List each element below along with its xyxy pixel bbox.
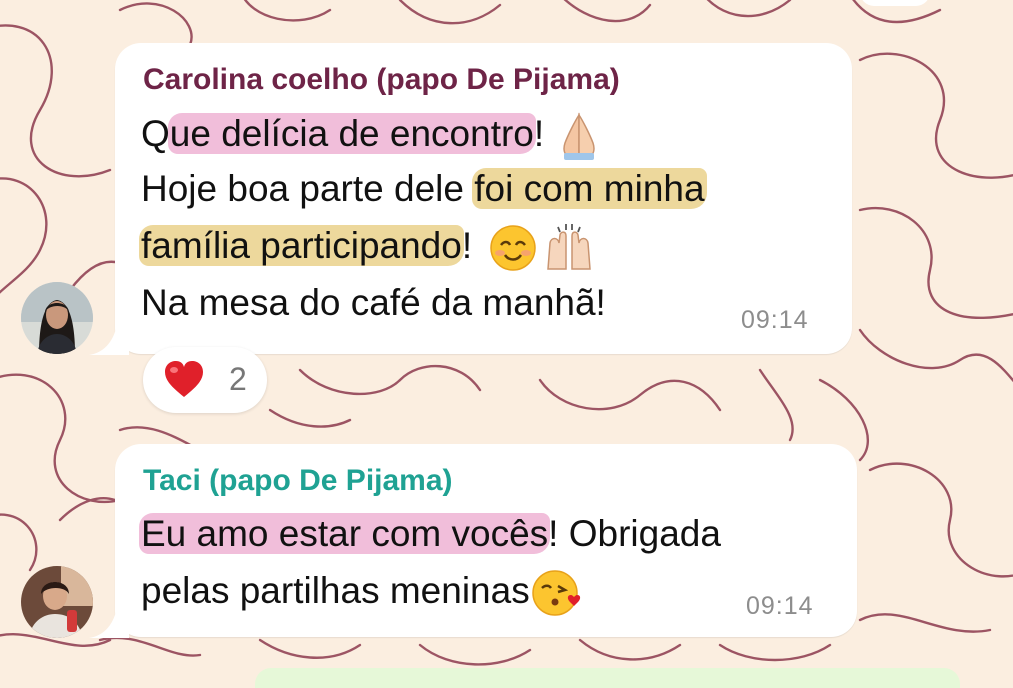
smiling-face-emoji <box>486 223 540 273</box>
bubble-tail <box>89 325 129 355</box>
red-heart-icon <box>165 361 203 397</box>
raising-hands-emoji <box>542 223 596 273</box>
sender-name[interactable]: Carolina coelho (papo De Pijama) <box>143 63 620 97</box>
message-line-1: Eu amo estar com vocês! Obrigada <box>139 512 721 556</box>
message-line-3: família participando! <box>139 223 596 273</box>
folded-hands-emoji <box>552 111 606 161</box>
face-blowing-kiss-emoji <box>530 568 584 618</box>
partial-outgoing-bubble-bottom <box>255 668 960 688</box>
text-highlight-pink: Eu amo estar com vocês <box>139 513 551 554</box>
text-highlight-pink: ue delícia de encontro <box>167 112 536 154</box>
message-line-2: Hoje boa parte dele foi com minha <box>141 167 707 211</box>
text-segment: ! Obrigada <box>548 513 721 554</box>
text-highlight-gold: família participando <box>139 224 464 266</box>
message-timestamp: 09:14 <box>746 592 814 620</box>
message-bubble-1[interactable]: Carolina coelho (papo De Pijama) Que del… <box>89 43 852 355</box>
avatar-taci[interactable] <box>21 566 93 638</box>
partial-bubble-top <box>860 0 930 6</box>
message-timestamp: 09:14 <box>741 306 809 334</box>
text-segment: ! <box>461 224 473 266</box>
reaction-pill[interactable]: 2 <box>143 347 267 413</box>
message-line-4: Na mesa do café da manhã! <box>141 282 606 323</box>
message-line-2: pelas partilhas meninas <box>141 568 584 618</box>
text-segment: ! <box>533 112 545 154</box>
avatar-carolina[interactable] <box>21 282 93 354</box>
message-line-1: Que delícia de encontro! <box>141 111 606 161</box>
reaction-count: 2 <box>229 361 247 397</box>
sender-name[interactable]: Taci (papo De Pijama) <box>143 464 453 498</box>
message-bubble-2[interactable]: Taci (papo De Pijama) Eu amo estar com v… <box>89 444 857 638</box>
text-highlight-gold: foi com minha <box>472 168 707 209</box>
text-segment: Q <box>141 112 170 154</box>
text-segment: Hoje boa parte dele <box>141 168 475 209</box>
text-segment: pelas partilhas meninas <box>141 569 530 611</box>
bubble-tail <box>89 608 129 638</box>
